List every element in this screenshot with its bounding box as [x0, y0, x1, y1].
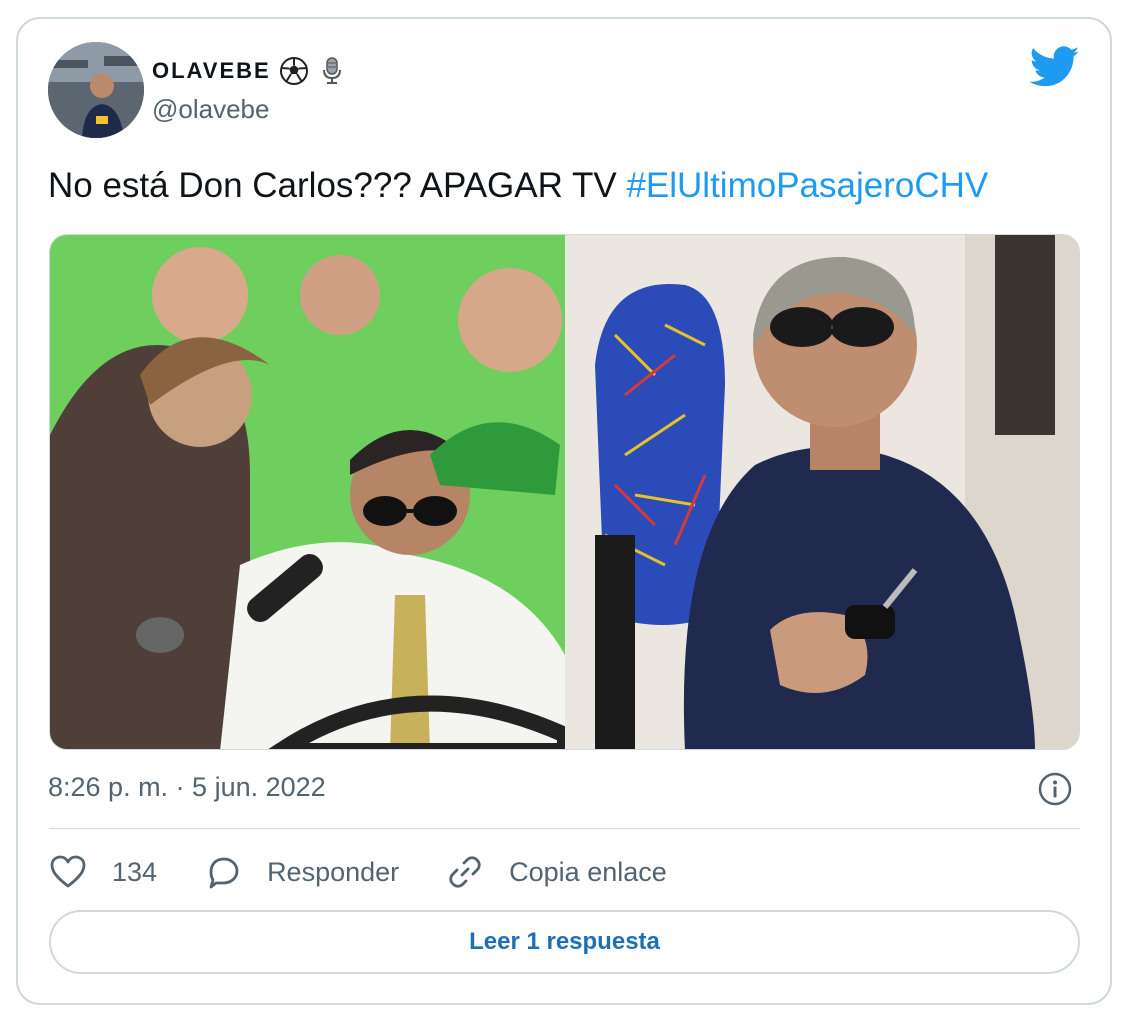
hashtag-link[interactable]: #ElUltimoPasajeroCHV [626, 166, 988, 205]
microphone-icon [317, 56, 347, 86]
author-name[interactable]: OLAVEBE [152, 56, 347, 86]
like-count: 134 [112, 856, 158, 887]
tweet-media[interactable] [49, 234, 1080, 750]
reply-bubble-icon [203, 852, 243, 892]
like-button[interactable]: 134 [48, 852, 157, 892]
info-icon[interactable] [1038, 772, 1072, 806]
author-display-name[interactable]: OLAVEBE [152, 58, 271, 84]
tweet-text: No está Don Carlos??? APAGAR TV #ElUltim… [48, 166, 988, 206]
tweet-actions: 134 Responder Copia enlace [48, 850, 713, 894]
tweet-timestamp[interactable]: 8:26 p. m. · 5 jun. 2022 [48, 772, 326, 803]
read-replies-button[interactable]: Leer 1 respuesta [49, 910, 1080, 974]
bus-driver-photo[interactable] [565, 235, 1079, 749]
soccer-ball-icon [279, 56, 309, 86]
heart-icon [48, 852, 88, 892]
link-icon [445, 852, 485, 892]
reply-label: Responder [267, 856, 400, 887]
divider [49, 828, 1080, 829]
copy-link-button[interactable]: Copia enlace [445, 852, 667, 892]
tv-show-photo[interactable] [50, 235, 573, 749]
author-avatar[interactable] [48, 42, 144, 138]
reply-button[interactable]: Responder [203, 852, 399, 892]
tweet-body: No está Don Carlos??? APAGAR TV [48, 166, 627, 205]
author-handle[interactable]: @olavebe [152, 94, 269, 125]
copy-link-label: Copia enlace [509, 856, 667, 887]
twitter-bird-icon[interactable] [1029, 46, 1080, 88]
